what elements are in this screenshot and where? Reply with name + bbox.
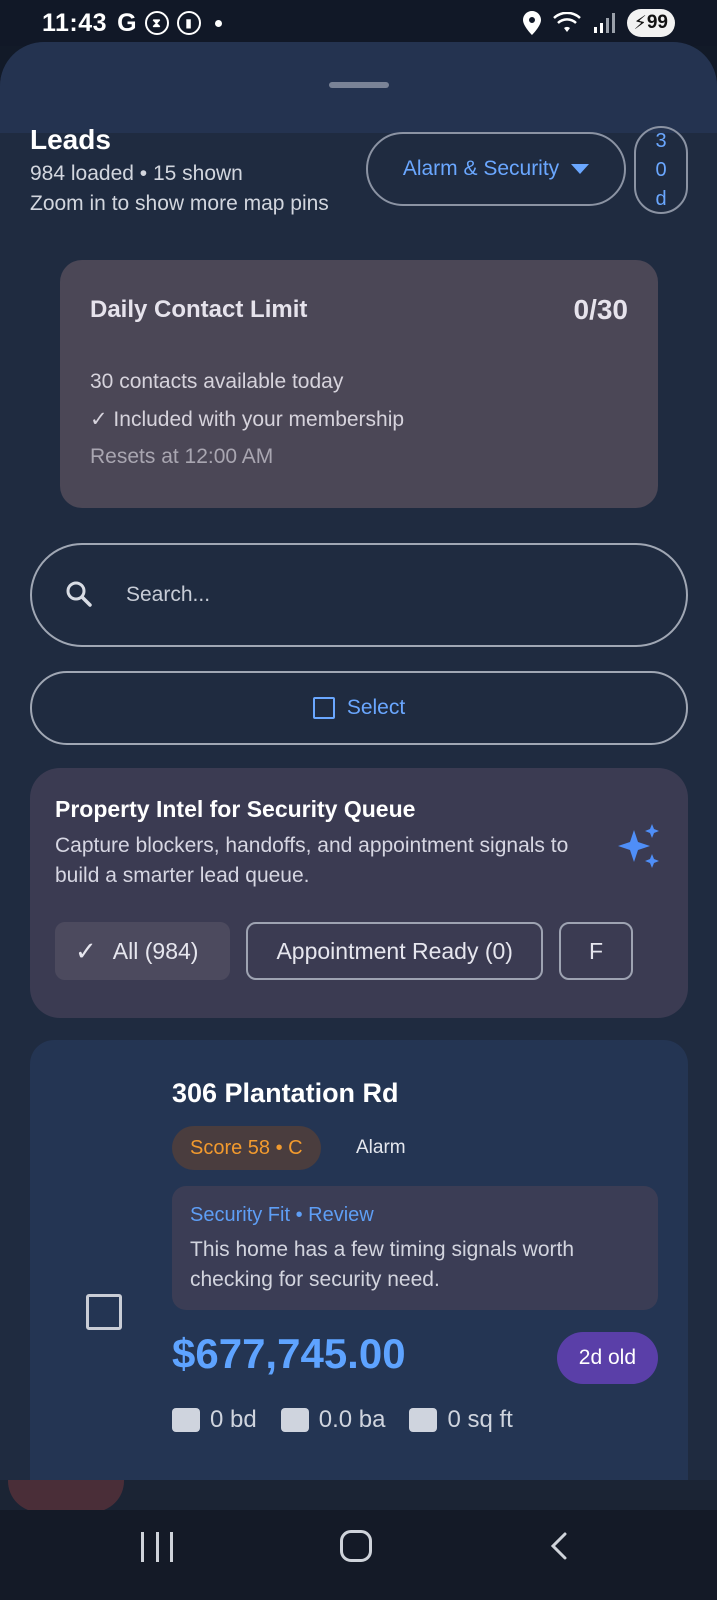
- security-fit-box: Security Fit • Review This home has a fe…: [172, 1186, 658, 1310]
- chevron-down-icon: [571, 164, 590, 174]
- baths-value: 0.0 ba: [318, 1406, 386, 1433]
- intel-filter-chips: ✓ All (984) Appointment Ready (0) F: [55, 922, 661, 982]
- more-notifications-icon: [214, 19, 222, 27]
- ruler-icon: [409, 1408, 438, 1432]
- back-icon[interactable]: [545, 1532, 573, 1560]
- limit-count: 0/30: [573, 294, 629, 325]
- spec-baths: 0.0 ba: [280, 1406, 386, 1434]
- bath-icon: [280, 1408, 309, 1432]
- beds-value: 0 bd: [210, 1406, 257, 1433]
- signal-icon: [593, 13, 615, 33]
- battery-indicator: ⚡ 99: [626, 9, 675, 37]
- search-icon: [66, 581, 92, 607]
- bed-icon: [172, 1408, 200, 1432]
- fit-title: Security Fit • Review: [190, 1204, 374, 1226]
- select-button-label: Select: [346, 696, 406, 719]
- period-button[interactable]: 3 0 d: [634, 126, 688, 214]
- battery-saver-icon: ▮: [176, 11, 201, 35]
- period-char: 0: [655, 158, 667, 181]
- chip-truncated[interactable]: F: [558, 922, 634, 980]
- search-input[interactable]: [126, 583, 626, 607]
- score-badge: Score 58 • C: [172, 1126, 321, 1170]
- age-badge: 2d old: [556, 1332, 658, 1384]
- limit-title: Daily Contact Limit: [90, 296, 308, 323]
- lead-card[interactable]: 306 Plantation Rd Score 58 • C Alarm Sec…: [30, 1040, 688, 1480]
- membership-text: ✓ Included with your membership: [90, 408, 405, 431]
- sqft-value: 0 sq ft: [447, 1406, 513, 1433]
- sheet-header-strip: [0, 42, 717, 133]
- system-icons: ⚡ 99: [522, 9, 675, 37]
- spec-beds: 0 bd: [172, 1406, 257, 1434]
- sparkle-icon: [618, 824, 659, 868]
- fit-description: This home has a few timing signals worth…: [190, 1238, 574, 1291]
- chip-all[interactable]: ✓ All (984): [55, 922, 231, 980]
- contacts-available-text: 30 contacts available today: [90, 370, 344, 393]
- leads-header: Leads 984 loaded • 15 shown Zoom in to s…: [30, 124, 690, 224]
- checkbox-icon: [312, 697, 335, 719]
- home-icon[interactable]: [340, 1530, 372, 1562]
- nav-item-active[interactable]: [8, 1480, 124, 1512]
- period-char: d: [655, 187, 667, 210]
- intel-title: Property Intel for Security Queue: [55, 796, 416, 822]
- reset-time-text: Resets at 12:00 AM: [90, 445, 274, 468]
- system-navigation-bar: [0, 1510, 717, 1600]
- category-dropdown-label: Alarm & Security: [402, 157, 560, 180]
- intel-description: Capture blockers, handoffs, and appointm…: [55, 834, 569, 887]
- chip-label: All (984): [112, 937, 199, 964]
- chip-label: Appointment Ready (0): [276, 937, 513, 964]
- period-char: 3: [655, 129, 667, 152]
- wifi-icon: [552, 12, 581, 32]
- property-specs: 0 bd 0.0 ba 0 sq ft: [172, 1406, 513, 1434]
- drag-handle[interactable]: [328, 82, 389, 88]
- select-button[interactable]: Select: [30, 671, 688, 745]
- lead-price: $677,745.00: [172, 1330, 406, 1377]
- status-bar: 11:43 G ⧗ ▮ ⚡ 99: [0, 0, 717, 46]
- property-intel-card: Property Intel for Security Queue Captur…: [30, 768, 688, 1018]
- chip-label: F: [588, 937, 604, 964]
- battery-level: 99: [646, 12, 668, 33]
- status-time: 11:43: [42, 8, 108, 37]
- recents-icon[interactable]: [141, 1532, 173, 1562]
- category-dropdown[interactable]: Alarm & Security: [366, 132, 626, 206]
- charging-icon: ⚡: [633, 12, 647, 34]
- spec-sqft: 0 sq ft: [409, 1406, 513, 1434]
- notification-icons: G ⧗ ▮: [117, 8, 222, 38]
- hourglass-icon: ⧗: [144, 11, 169, 35]
- lead-address: 306 Plantation Rd: [172, 1078, 399, 1108]
- lead-type-label: Alarm: [356, 1137, 406, 1158]
- chip-appointment-ready[interactable]: Appointment Ready (0): [246, 922, 543, 980]
- location-icon: [522, 11, 541, 35]
- google-icon: G: [117, 8, 137, 37]
- check-icon: ✓: [75, 935, 97, 966]
- search-box[interactable]: [30, 543, 688, 647]
- daily-contact-limit-card: Daily Contact Limit 0/30 30 contacts ava…: [60, 260, 658, 508]
- lead-select-checkbox[interactable]: [86, 1294, 122, 1330]
